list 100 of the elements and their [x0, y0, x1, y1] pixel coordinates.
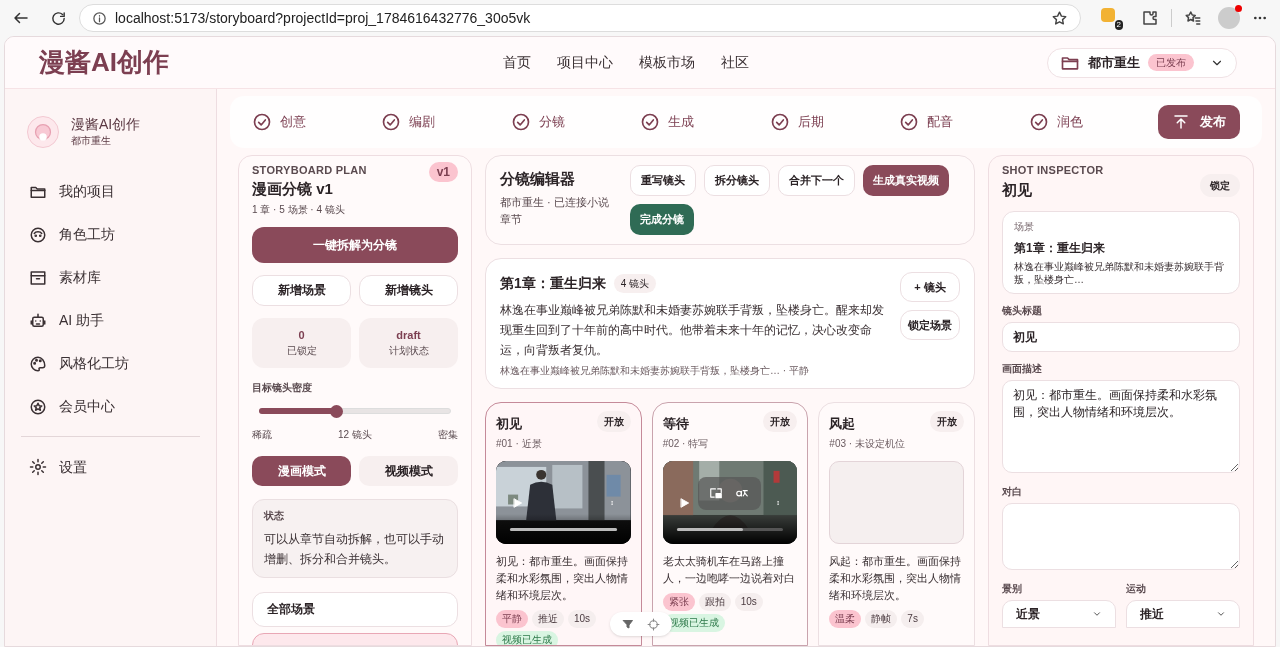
sidebar-item[interactable]: 会员中心: [27, 385, 194, 428]
shot-meta: #02 · 特写: [662, 436, 710, 451]
shot-tag: 10s: [734, 592, 763, 611]
workflow-step[interactable]: 生成: [640, 112, 770, 132]
chapter-button[interactable]: 锁定场景: [900, 310, 960, 340]
editor-title: 分镜编辑器: [500, 169, 576, 189]
project-name: 都市重生: [1088, 53, 1140, 72]
nav-link[interactable]: 首页: [503, 52, 531, 73]
funnel-icon[interactable]: [622, 618, 635, 630]
sidebar-item[interactable]: AI 助手: [27, 299, 194, 342]
sidebar-item[interactable]: 素材库: [27, 256, 194, 299]
reload-icon[interactable]: [50, 9, 67, 27]
plan-summary: 1 章 · 5 场景 · 4 镜头: [252, 202, 346, 217]
status-badge: 已发布: [1148, 54, 1194, 71]
lock-button[interactable]: 锁定: [1200, 174, 1240, 197]
face-icon: [29, 225, 47, 244]
field-label: 对白: [1002, 485, 1023, 499]
action-button[interactable]: 生成真实视频: [863, 165, 949, 196]
section-eyebrow: SHOT INSPECTOR: [1002, 163, 1104, 178]
address-bar[interactable]: localhost:5173/storyboard?projectId=proj_1784616432776_30o5vk: [79, 4, 1081, 32]
scene-label: 场景: [1014, 220, 1035, 234]
shot-description: 老太太骑机车在马路上撞人，一边咆哮一边说着对白: [662, 553, 796, 586]
sidebar-item[interactable]: 我的项目: [27, 170, 194, 213]
robot-icon: [29, 311, 47, 330]
shot-tag: 跟拍: [698, 592, 731, 611]
editor-subtitle: 都市重生 · 已连接小说章节: [500, 194, 610, 227]
shot-card[interactable]: 初见 开放 #01 · 近景 初见：都市重生。画面保持柔和水彩氛围，突出人物情绪和环境层次。 平静 推近 10s 视频已生成: [485, 402, 642, 646]
workflow-step[interactable]: 润色: [1028, 112, 1158, 132]
scene-filter-item[interactable]: 全部场景: [252, 591, 458, 627]
picture-in-picture-icon[interactable]: [708, 486, 725, 500]
shot-description: 初见：都市重生。画面保持柔和水彩氛围，突出人物情绪和环境层次。: [496, 553, 629, 603]
stat-label: 计划状态: [388, 344, 429, 359]
slider-min-label: 稀疏: [252, 427, 272, 442]
video-progress-bar[interactable]: [676, 527, 784, 531]
workflow-step[interactable]: 后期: [769, 112, 900, 132]
scene-excerpt: 林逸在事业巅峰被兄弟陈默和未婚妻苏婉联手背叛，坠楼身亡…: [1014, 260, 1225, 286]
slider-value: 12 镜头: [338, 427, 372, 442]
action-button[interactable]: 拆分镜头: [704, 165, 770, 196]
version-badge: v1: [428, 162, 458, 182]
mode-tab[interactable]: 视频模式: [359, 455, 458, 486]
stat-value: 0: [298, 327, 305, 343]
chevron-down-icon: [1092, 609, 1102, 619]
action-button[interactable]: 完成分镜: [630, 204, 694, 235]
project-switcher[interactable]: 都市重生 已发布: [1047, 47, 1237, 78]
play-icon[interactable]: [512, 496, 523, 509]
shot-meta: #03 · 未设定机位: [829, 436, 906, 451]
mode-tab[interactable]: 漫画模式: [252, 455, 351, 486]
workflow-step[interactable]: 创意: [252, 112, 382, 132]
chapter-title: 第1章：重生归来: [500, 274, 606, 293]
add-button[interactable]: 新增镜头: [359, 274, 458, 306]
bookmark-star-icon[interactable]: [1051, 9, 1068, 27]
shot-tag: 温柔: [829, 609, 862, 628]
workflow-step[interactable]: 分镜: [510, 112, 641, 132]
shot-card[interactable]: 风起 开放 #03 · 未设定机位 风起：都市重生。画面保持柔和水彩氛围，突出人物情绪和环境层次。 温柔 静帧 7s: [818, 402, 975, 646]
info-icon[interactable]: [92, 10, 107, 26]
nav-link[interactable]: 模板市场: [639, 52, 695, 73]
field-label: 运动: [1126, 582, 1147, 596]
sidebar-item[interactable]: 角色工坊: [27, 213, 194, 256]
chapter-text: 林逸在事业巅峰被兄弟陈默和未婚妻苏婉联手背叛，坠楼身亡。醒来却发现重生回到了十年前的高中时代。他带着未来十年的记忆，决心改变命运，向背叛者复仇。: [500, 302, 885, 359]
chapter-meta: 林逸在事业巅峰被兄弟陈默和未婚妻苏婉联手背叛，坠楼身亡… · 平静: [500, 364, 810, 378]
workflow-step[interactable]: 编剧: [381, 112, 511, 132]
sidebar-item[interactable]: 风格化工坊: [27, 342, 194, 385]
chapter-button[interactable]: + 镜头: [900, 272, 960, 302]
publish-button[interactable]: 发布: [1158, 105, 1240, 139]
brand-name: 漫酱AI创作: [71, 115, 141, 133]
workflow-step[interactable]: 配音: [899, 112, 1029, 132]
action-button[interactable]: 合并下一个: [778, 165, 855, 196]
shot-tag: 平静: [496, 609, 528, 628]
upload-icon: [1172, 113, 1190, 131]
status-text: 可以从章节自动拆解，也可以手动增删、拆分和合并镜头。: [264, 530, 445, 568]
shot-tag: 7s: [901, 609, 924, 628]
crosshair-icon[interactable]: [646, 617, 660, 631]
field-label: 景别: [1002, 582, 1023, 596]
text-area[interactable]: 初见：都市重生。画面保持柔和水彩氛围，突出人物情绪和环境层次。: [1002, 380, 1240, 473]
chevron-down-icon: [1216, 609, 1226, 619]
profile-avatar[interactable]: [1218, 7, 1240, 29]
action-button[interactable]: 重写镜头: [630, 165, 696, 196]
select-dropdown[interactable]: 推近: [1126, 600, 1240, 628]
select-dropdown[interactable]: 近景: [1002, 600, 1116, 628]
slider-max-label: 密集: [438, 427, 458, 442]
split-storyboard-button[interactable]: 一键拆解为分镜: [252, 226, 458, 263]
shot-title: 初见: [496, 415, 522, 433]
video-progress-bar[interactable]: [510, 527, 617, 531]
plan-title: 漫画分镜 v1: [252, 178, 334, 199]
app-logo: 漫酱AI创作: [39, 46, 170, 79]
nav-link[interactable]: 项目中心: [557, 52, 613, 73]
input-field[interactable]: 初见: [1002, 322, 1240, 352]
favorites-icon[interactable]: [1184, 9, 1202, 27]
settings-item[interactable]: 设置: [27, 445, 194, 489]
play-icon[interactable]: [678, 496, 690, 509]
status-title: 状态: [264, 508, 285, 523]
shot-count-badge: 4 镜头: [613, 274, 657, 293]
section-eyebrow: STORYBOARD PLAN: [252, 163, 367, 178]
inspector-title: 初见: [1002, 179, 1033, 200]
add-button[interactable]: 新增场景: [252, 274, 351, 306]
shot-tag: 推近: [532, 609, 564, 628]
stat-label: 已锁定: [286, 344, 317, 359]
shot-tag: 视频已生成: [496, 630, 558, 645]
nav-link[interactable]: 社区: [721, 52, 749, 73]
project-label: 都市重生: [71, 134, 112, 148]
